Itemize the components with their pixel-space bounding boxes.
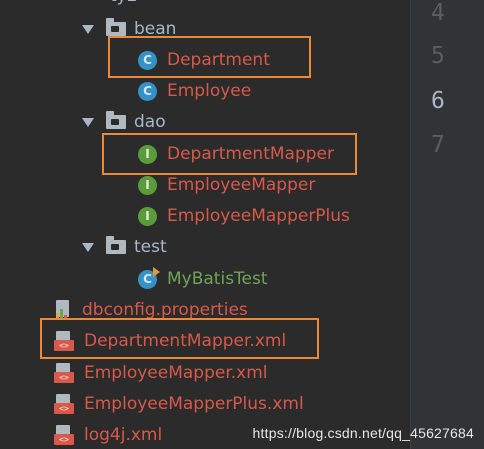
watermark-url: https://blog.csdn.net/qq_45627684 [252,425,474,441]
tree-file-employee[interactable]: C Employee [138,77,251,105]
line-number-current: 6 [431,88,445,114]
package-folder-icon [106,18,126,36]
tree-file-employee-mapper-xml[interactable]: <> EmployeeMapper.xml [54,359,268,387]
chevron-down-icon[interactable] [82,242,94,252]
highlight-box-department-mapper [102,133,357,175]
line-number: 5 [431,43,445,69]
class-icon: C [138,81,157,101]
tree-file-log4j-xml[interactable]: <> log4j.xml [54,421,162,449]
xml-file-icon: <> [54,362,74,384]
folder-label-partial: ty2 [110,0,138,6]
class-icon-letter: C [143,272,152,286]
folder-label: test [134,237,167,257]
folder-label: dao [134,112,166,132]
tree-file-mybatis-test[interactable]: C MyBatisTest [138,265,268,293]
file-label: EmployeeMapperPlus [167,206,350,226]
package-folder-icon [106,236,126,254]
chevron-down-icon[interactable] [82,24,94,34]
file-label: EmployeeMapper [167,175,316,195]
interface-icon: I [138,206,157,226]
test-class-icon: C [138,266,160,289]
chevron-down-icon[interactable] [82,117,94,127]
file-label: MyBatisTest [167,269,268,289]
highlight-box-department-mapper-xml [40,318,319,359]
line-number: 4 [431,0,445,26]
properties-file-icon [54,300,72,320]
project-tree: ty2 bean C Department C Employee dao I D… [0,0,410,449]
xml-tag: <> [54,371,74,383]
highlight-box-department [108,36,311,78]
package-folder-icon [106,111,126,129]
xml-file-icon: <> [54,424,74,446]
tree-file-employee-mapper-plus-xml[interactable]: <> EmployeeMapperPlus.xml [54,390,304,418]
file-label: dbconfig.properties [82,300,248,320]
line-number: 7 [431,132,445,158]
interface-icon: I [138,175,157,195]
tree-folder-test[interactable]: test [82,233,167,261]
file-label: log4j.xml [84,425,163,445]
tree-file-employee-mapper-plus[interactable]: I EmployeeMapperPlus [138,202,350,230]
tree-folder-dao[interactable]: dao [82,108,166,136]
file-label: Employee [167,81,252,101]
file-label: EmployeeMapperPlus.xml [84,394,304,414]
xml-tag: <> [54,402,74,414]
line-number-gutter: 4 5 6 7 [410,0,484,449]
run-badge-icon [153,266,160,277]
xml-tag: <> [54,433,74,445]
xml-file-icon: <> [54,393,74,415]
tree-file-employee-mapper[interactable]: I EmployeeMapper [138,171,315,199]
file-label: EmployeeMapper.xml [84,363,268,383]
